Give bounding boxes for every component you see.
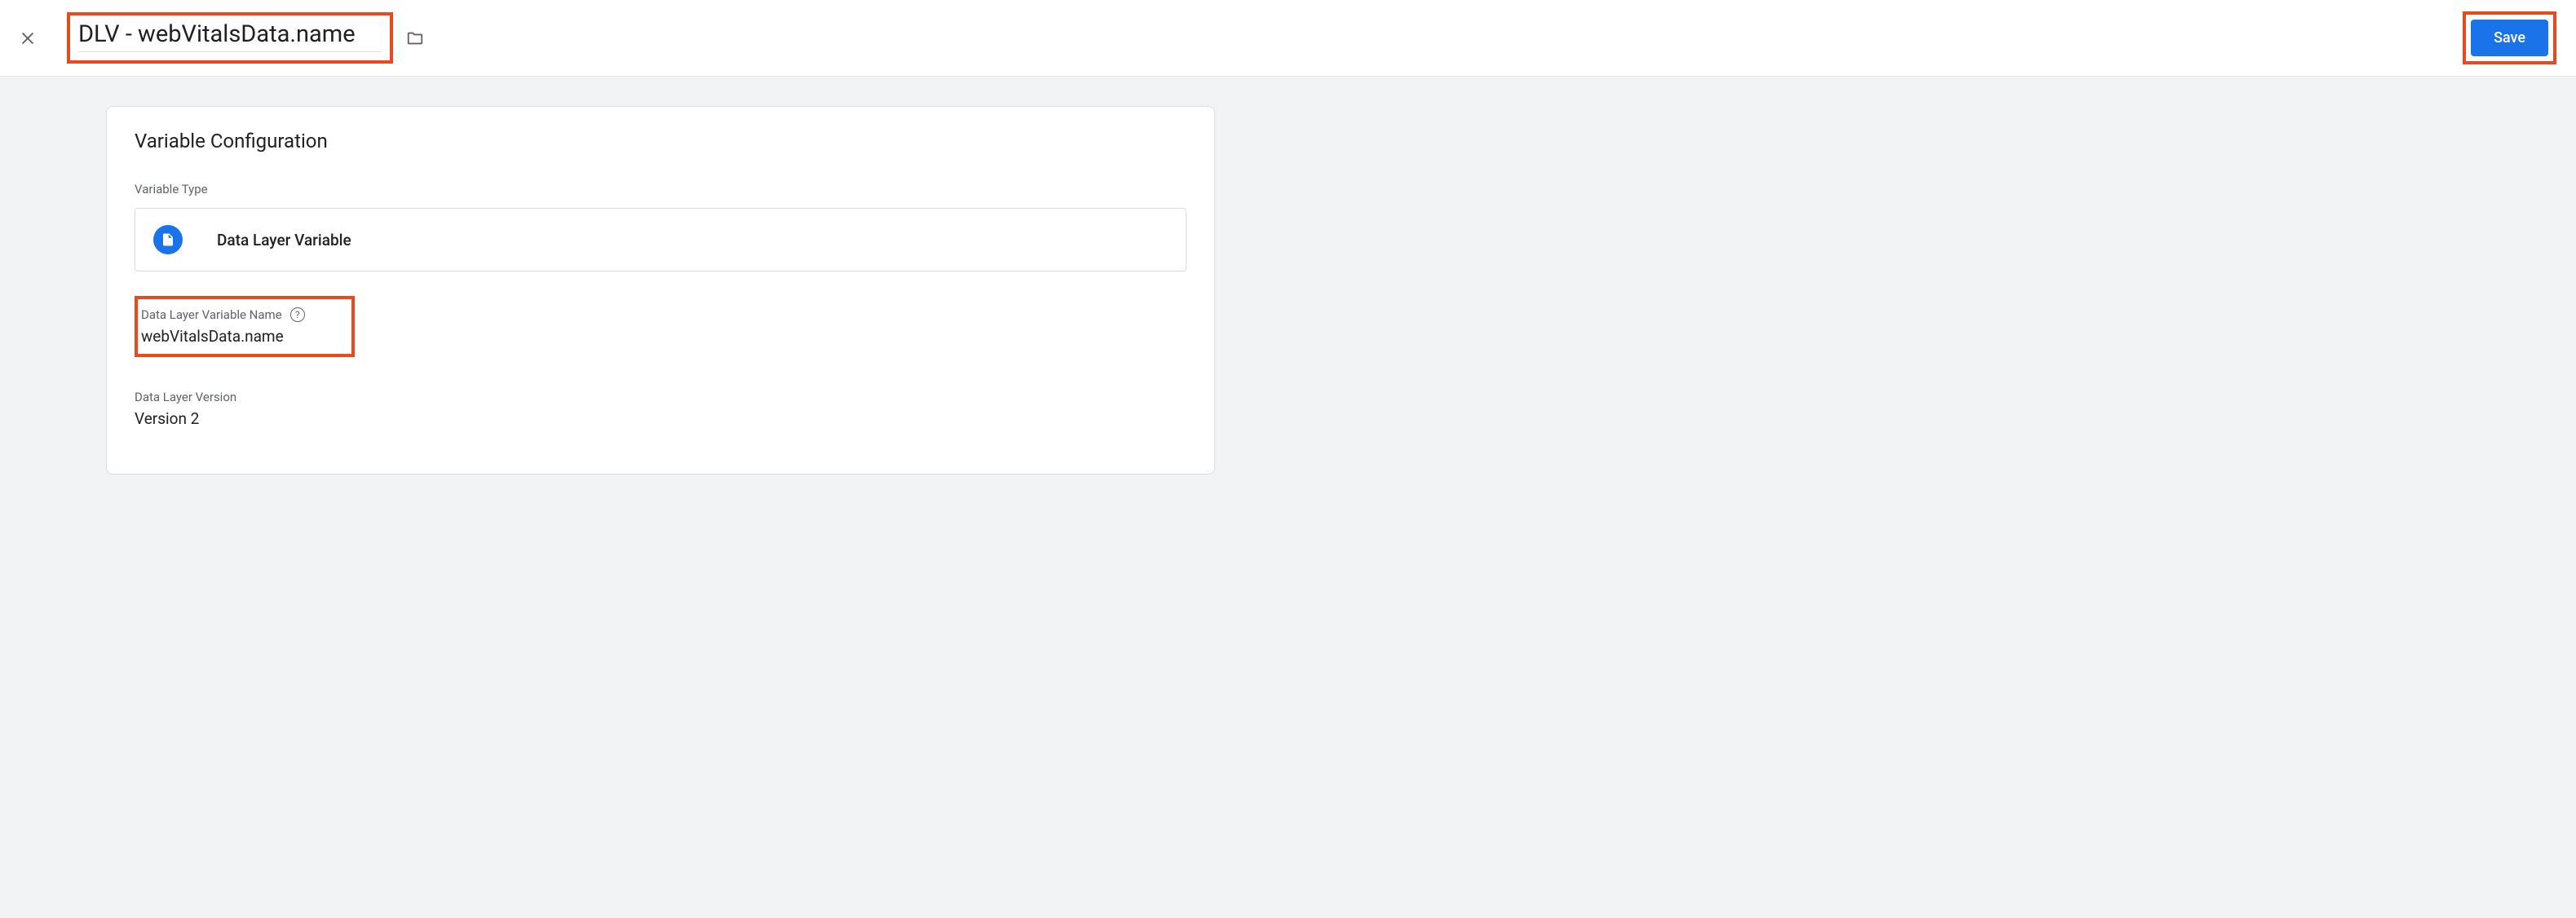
title-highlight-box <box>67 12 393 64</box>
editor-body: Variable Configuration Variable Type Dat… <box>0 77 2576 918</box>
dlv-version-value[interactable]: Version 2 <box>135 409 1186 428</box>
save-highlight-box: Save <box>2463 11 2556 64</box>
close-button[interactable] <box>16 27 39 50</box>
variable-type-selector[interactable]: Data Layer Variable <box>135 208 1186 271</box>
dlv-version-label: Data Layer Version <box>135 390 1186 404</box>
dlv-name-label: Data Layer Variable Name ? <box>141 307 345 322</box>
help-icon[interactable]: ? <box>290 307 305 322</box>
save-button[interactable]: Save <box>2471 20 2548 56</box>
dlv-name-field-highlight: Data Layer Variable Name ? webVitalsData… <box>135 296 355 357</box>
folder-button[interactable] <box>404 28 426 49</box>
card-title: Variable Configuration <box>135 130 1186 152</box>
editor-header: Save <box>0 0 2576 77</box>
folder-icon <box>406 29 424 47</box>
variable-type-name: Data Layer Variable <box>217 231 351 249</box>
dlv-version-field: Data Layer Version Version 2 <box>135 390 1186 428</box>
variable-name-input[interactable] <box>78 20 382 52</box>
data-layer-variable-icon <box>153 225 183 254</box>
close-icon <box>19 29 37 47</box>
variable-type-label: Variable Type <box>135 182 1186 196</box>
variable-configuration-card: Variable Configuration Variable Type Dat… <box>106 106 1215 474</box>
dlv-name-value[interactable]: webVitalsData.name <box>141 327 345 346</box>
